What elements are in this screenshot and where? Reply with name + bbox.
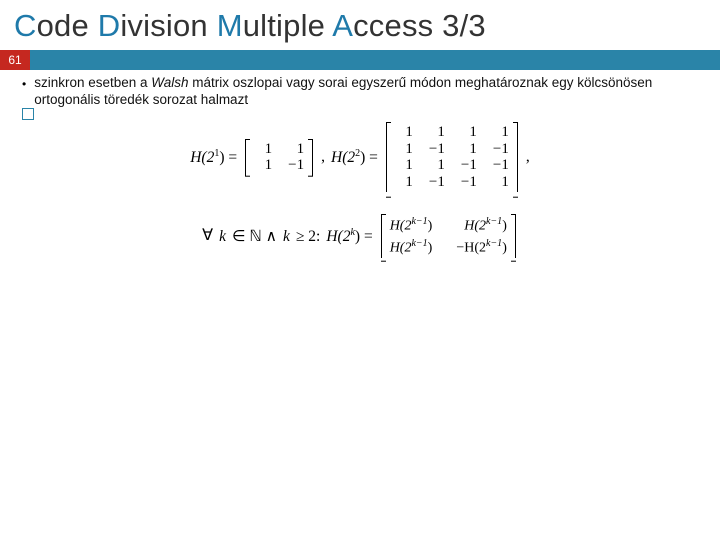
- m2-cell: 1: [286, 141, 304, 158]
- rec-b: H(2: [464, 219, 486, 234]
- math-sep: ,: [321, 148, 325, 165]
- math-row-1: H(21) = 1 1 1 −1 , H(22) =: [190, 122, 530, 192]
- k-var2: k: [283, 228, 290, 245]
- title-cap-m: M: [217, 8, 243, 43]
- math-block: H(21) = 1 1 1 −1 , H(22) =: [22, 122, 698, 258]
- math-area: H(21) = 1 1 1 −1 , H(22) =: [190, 122, 530, 258]
- hk-label: H(2k) =: [326, 227, 372, 245]
- matrix-rec-grid: H(2k−1) H(2k−1) H(2k−1) −H(2k−1): [386, 214, 511, 258]
- m2-cell: 1: [254, 157, 272, 174]
- header-bar-fill: [30, 50, 720, 70]
- rec-a: H(2: [390, 219, 412, 234]
- bracket-left-icon: [379, 214, 386, 258]
- title-ultiple: ultiple: [243, 8, 333, 43]
- content-area: • szinkron esetben a Walsh mátrix oszlop…: [0, 70, 720, 258]
- h22-label: H(22) =: [331, 148, 378, 166]
- bracket-left-icon: [243, 139, 250, 176]
- m4-cell: −1: [491, 157, 509, 174]
- matrix-2x2: 1 1 1 −1: [243, 139, 315, 176]
- title-ivision: ivision: [120, 8, 216, 43]
- matrix-4x4-grid: 1 1 1 1 1 −1 1 −1 1 1 −1 −1 1 −1: [391, 122, 513, 192]
- bracket-right-icon: [511, 214, 518, 258]
- k-var: k: [219, 228, 226, 245]
- matrix-2x2-grid: 1 1 1 −1: [250, 139, 308, 176]
- rec-be: k−1: [486, 216, 502, 227]
- bullet-dot-icon: •: [22, 74, 26, 93]
- title-cap-a: A: [332, 8, 353, 43]
- h21-label: H(21) =: [190, 148, 237, 166]
- matrix-recursive: H(2k−1) H(2k−1) H(2k−1) −H(2k−1): [379, 214, 518, 258]
- hk-eq: ) =: [355, 228, 373, 245]
- bullet-text: szinkron esetben a Walsh mátrix oszlopai…: [34, 74, 698, 108]
- math-tail-comma: ,: [526, 148, 530, 165]
- title-ode: ode: [37, 8, 98, 43]
- bracket-right-icon: [308, 139, 315, 176]
- slide-number-badge: 61: [0, 50, 30, 70]
- rec-d: −H(2: [456, 241, 486, 256]
- rec-cr: ): [428, 241, 433, 256]
- m4-cell: −1: [427, 141, 445, 158]
- title-ccess: ccess 3/3: [353, 8, 486, 43]
- rec-cell: H(2k−1): [390, 216, 433, 234]
- m4-cell: 1: [395, 141, 413, 158]
- rec-ae: k−1: [411, 216, 427, 227]
- h21-h: H(2: [190, 149, 214, 166]
- bullet-item: • szinkron esetben a Walsh mátrix oszlop…: [22, 74, 698, 108]
- in-nat: ∈ ℕ ∧: [232, 228, 277, 245]
- bullet-walsh: Walsh: [151, 75, 188, 90]
- rec-dr: ): [502, 241, 507, 256]
- m4-cell: 1: [427, 157, 445, 174]
- hk-h: H(2: [326, 228, 350, 245]
- m4-cell: 1: [491, 124, 509, 141]
- checkbox-icon: [22, 108, 34, 120]
- rec-c: H(2: [390, 241, 412, 256]
- slide-title: Code Division Multiple Access 3/3: [0, 0, 720, 50]
- title-cap-d: D: [98, 8, 121, 43]
- m4-cell: 1: [491, 174, 509, 191]
- m4-cell: 1: [427, 124, 445, 141]
- h22-eq: ) =: [360, 149, 378, 166]
- rec-br: ): [502, 219, 507, 234]
- h21-eq: ) =: [219, 149, 237, 166]
- rec-cell: H(2k−1): [464, 216, 507, 234]
- m4-cell: 1: [395, 157, 413, 174]
- m4-cell: 1: [459, 124, 477, 141]
- rec-ar: ): [428, 219, 433, 234]
- m4-cell: −1: [427, 174, 445, 191]
- m2-cell: 1: [254, 141, 272, 158]
- m2-cell: −1: [286, 157, 304, 174]
- m4-cell: −1: [459, 157, 477, 174]
- h22-h: H(2: [331, 149, 355, 166]
- bracket-right-icon: [513, 122, 520, 192]
- m4-cell: 1: [459, 141, 477, 158]
- title-cap-c: C: [14, 8, 37, 43]
- rec-ce: k−1: [411, 238, 427, 249]
- k-ge-2: ≥ 2:: [296, 228, 320, 245]
- forall-symbol: ∀: [202, 227, 213, 245]
- rec-cell: −H(2k−1): [456, 238, 507, 256]
- m4-cell: −1: [491, 141, 509, 158]
- m4-cell: 1: [395, 174, 413, 191]
- matrix-4x4: 1 1 1 1 1 −1 1 −1 1 1 −1 −1 1 −1: [384, 122, 520, 192]
- m4-cell: −1: [459, 174, 477, 191]
- bullet-pre: szinkron esetben a: [34, 75, 151, 90]
- rec-cell: H(2k−1): [390, 238, 433, 256]
- m4-cell: 1: [395, 124, 413, 141]
- bracket-left-icon: [384, 122, 391, 192]
- rec-de: k−1: [486, 238, 502, 249]
- header-bar: 61: [0, 50, 720, 70]
- math-row-2: ∀k ∈ ℕ ∧ k ≥ 2: H(2k) = H(2k−1) H(2k−1) …: [190, 214, 530, 258]
